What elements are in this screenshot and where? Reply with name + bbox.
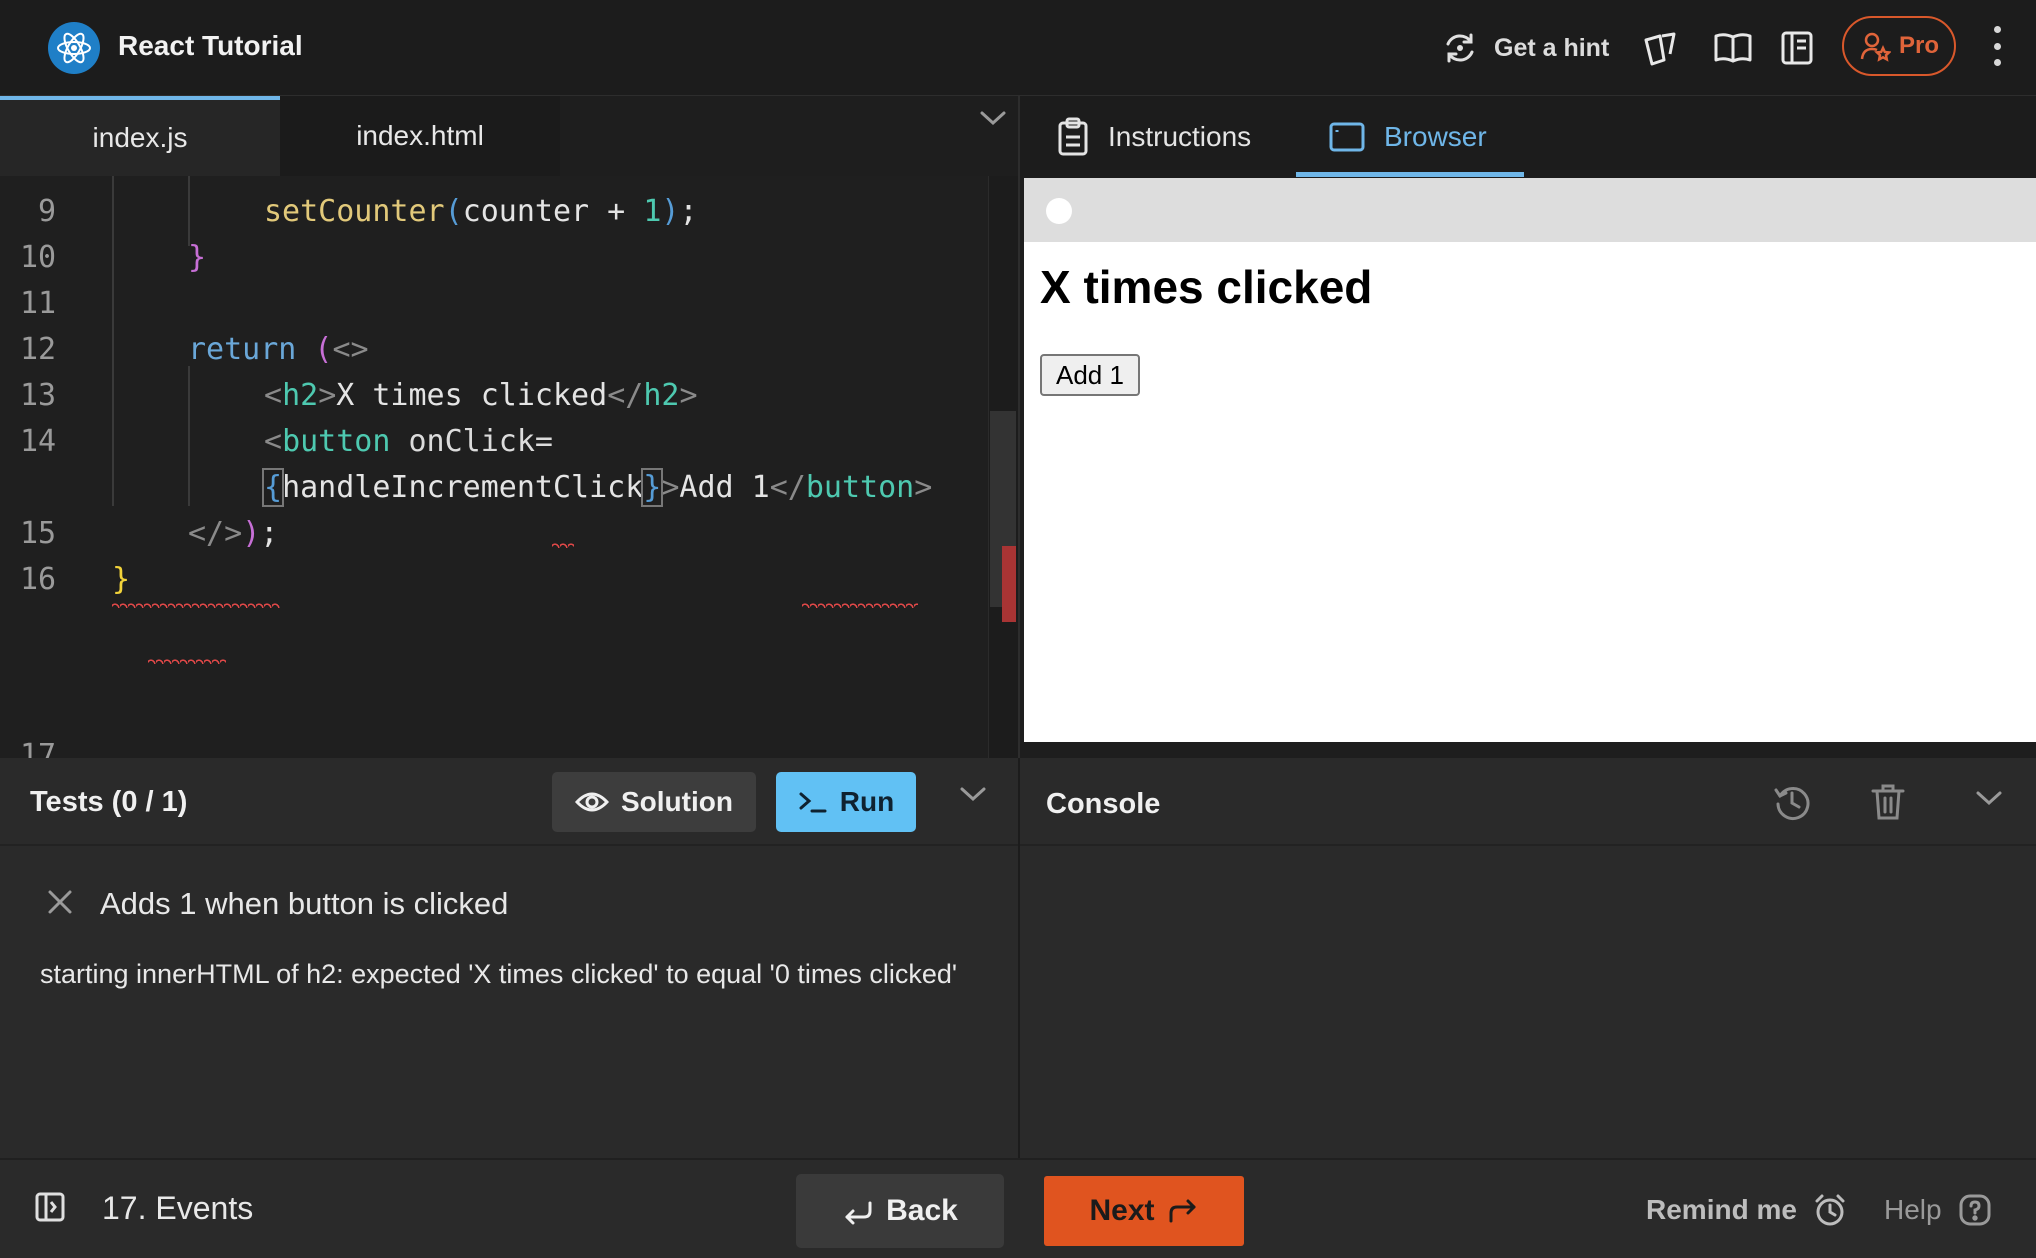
run-button[interactable]: Run [776,772,916,832]
test-error-message: starting innerHTML of h2: expected 'X ti… [40,959,958,989]
tab-browser[interactable]: Browser [1328,96,1487,178]
tab-index-html[interactable]: index.html [280,96,560,176]
cards-button[interactable] [1640,22,1680,74]
chevron-down-icon[interactable] [958,784,988,804]
tab-browser-label: Browser [1384,121,1487,152]
alarm-clock-icon [1815,1194,1845,1226]
tests-panel: Tests (0 / 1) Solution Run Adds 1 when b… [0,758,1018,1158]
console-title: Console [1046,788,1161,820]
code-line: setCounter(counter + 1); [264,194,698,229]
browser-dot-icon [1046,198,1072,224]
indent-guide [112,176,114,506]
test-name: Adds 1 when button is clicked [100,886,509,921]
indent-guide [188,366,190,506]
reference-icon [1781,31,1813,65]
line-number: 9 [38,194,57,229]
tab-instructions[interactable]: Instructions [1056,96,1251,178]
code-line: </>); [188,516,279,551]
chevron-down-icon[interactable] [1974,788,2004,808]
indent-guide [188,176,190,246]
history-icon[interactable] [1772,782,1812,822]
code-line: } [112,562,131,597]
app-header: React Tutorial Get a hint Pro [0,0,2036,96]
failed-x-icon [48,890,72,914]
code-line: return (<> [188,332,369,367]
trash-icon[interactable] [1870,782,1906,822]
back-label: Back [886,1194,958,1227]
eye-icon [575,792,609,812]
line-number: 13 [20,378,57,413]
console-header: Console [1020,758,2036,846]
book-button[interactable] [1712,22,1754,74]
chevron-down-icon[interactable] [978,108,1008,128]
code-line: {handleIncrementClick}>Add 1</button> [261,468,933,507]
code-editor[interactable]: 9 10 11 12 13 14 15 16 17 setCounter(cou… [0,176,1018,758]
cards-icon [1644,32,1676,66]
hint-label: Get a hint [1494,33,1610,62]
tests-title: Tests (0 / 1) [30,786,188,818]
solution-button[interactable]: Solution [552,772,756,832]
tests-header: Tests (0 / 1) Solution Run [0,758,1018,846]
book-icon [1714,33,1752,63]
next-label: Next [1089,1194,1155,1227]
tab-instructions-label: Instructions [1108,121,1252,152]
error-squiggle [148,658,226,664]
active-tab-indicator [1296,172,1524,177]
line-number: 10 [20,240,57,275]
preview-add-button[interactable]: Add 1 [1040,354,1140,396]
back-button[interactable]: Back [796,1174,1004,1248]
terminal-icon [799,792,827,813]
pro-button[interactable]: Pro [1842,16,1956,76]
help-label: Help [1884,1194,1942,1225]
clipboard-icon [1058,117,1088,156]
line-number: 14 [20,424,57,459]
solution-label: Solution [621,786,733,817]
footer-bar: 17. Events Back Next Remind me Help [0,1158,2036,1258]
panel-divider[interactable] [1018,96,1020,758]
preview-heading: X times clicked [1040,261,1373,313]
sidebar-toggle-icon[interactable] [34,1190,66,1224]
get-hint-button[interactable]: Get a hint [1440,22,1609,74]
app-title: React Tutorial [118,30,303,61]
browser-preview: X times clicked Add 1 [1024,178,2036,742]
forward-arrow-icon [1169,1199,1196,1223]
line-gutter: 9 10 11 12 13 14 15 16 17 [0,176,76,758]
line-number: 12 [20,332,57,367]
browser-window-icon [1329,122,1365,152]
react-logo-icon[interactable] [48,22,100,74]
next-button[interactable]: Next [1044,1176,1244,1246]
line-number: 15 [20,516,57,551]
pro-label: Pro [1898,32,1939,59]
error-marker [1002,546,1016,622]
error-squiggle [802,602,918,608]
editor-tab-bar: index.js index.html [0,96,1018,176]
code-line: } [188,240,207,275]
error-squiggle [112,602,280,608]
user-star-icon [1860,32,1891,62]
line-number: 17 [20,738,57,758]
browser-toolbar [1024,178,2036,242]
back-arrow-icon [845,1201,872,1225]
error-squiggle [552,542,574,548]
code-line: <button onClick= [264,424,553,459]
help-button[interactable]: Help [1884,1184,1992,1236]
remind-label: Remind me [1646,1194,1797,1225]
remind-me-button[interactable]: Remind me [1646,1184,1847,1236]
run-label: Run [839,786,895,817]
help-icon [1959,1194,1991,1226]
line-number: 11 [20,286,57,321]
code-line: <h2>X times clicked</h2> [264,378,698,413]
right-tab-bar: Instructions [1020,96,2036,178]
lesson-title: 17. Events [102,1190,254,1226]
tab-index-js[interactable]: index.js [0,96,280,176]
kebab-menu-icon[interactable] [1986,24,2008,68]
console-panel: Console [1020,758,2036,1158]
reference-button[interactable] [1778,22,1816,74]
line-number: 16 [20,562,57,597]
refresh-icon [1446,33,1474,63]
